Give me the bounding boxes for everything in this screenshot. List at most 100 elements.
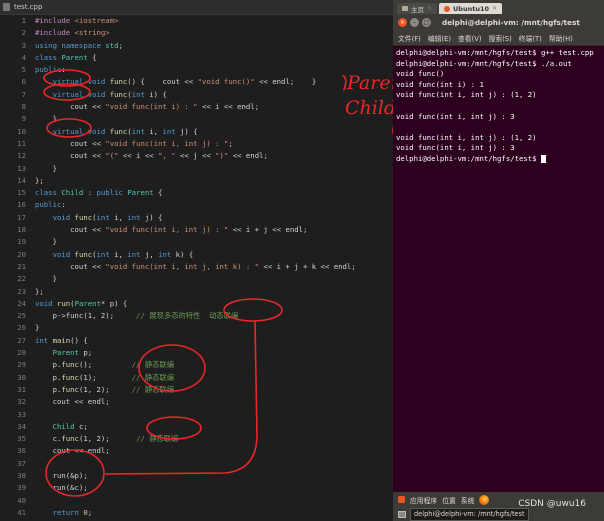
csdn-watermark: CSDN @uwu16: [518, 499, 586, 509]
line-text: #include <iostream>: [35, 15, 118, 27]
code-token: }: [35, 163, 57, 173]
code-token: j) {: [175, 126, 198, 136]
line-text: p.func(1, 2); // 静态联编: [35, 384, 174, 396]
taskbar-terminal-button[interactable]: delphi@delphi-vm: /mnt/hgfs/test: [410, 507, 529, 521]
code-token: () { cout <<: [127, 77, 198, 87]
code-line: 34 Child c;: [0, 421, 393, 433]
line-text: public:: [35, 64, 66, 76]
code-token: i,: [109, 212, 128, 222]
code-token: func: [109, 126, 128, 136]
terminal-output[interactable]: delphi@delphi-vm:/mnt/hgfs/test$ g++ tes…: [393, 46, 604, 167]
home-icon: [402, 6, 408, 11]
line-text: }: [35, 322, 39, 334]
code-line: 18 cout << "void func(int i, int j) : " …: [0, 224, 393, 236]
line-number: 7: [21, 89, 26, 99]
editor-file-tab[interactable]: test.cpp: [0, 0, 393, 15]
code-token: i,: [109, 249, 128, 259]
code-line: 17 void func(int i, int j) {: [0, 212, 393, 224]
terminal-titlebar: × – □ delphi@delphi-vm: /mnt/hgfs/test: [393, 14, 604, 31]
line-text: virtual void func(int i) {: [35, 89, 167, 101]
code-token: i,: [144, 126, 163, 136]
code-token: run: [56, 298, 71, 308]
show-desktop-icon[interactable]: [398, 510, 406, 518]
line-number: 2: [21, 28, 26, 38]
tab-ubuntu10[interactable]: Ubuntu10 ✕: [439, 3, 503, 14]
panel-places-menu[interactable]: 位置: [442, 495, 456, 505]
menu-help[interactable]: 帮助(H): [549, 33, 573, 43]
code-line: 26}: [0, 322, 393, 334]
close-icon[interactable]: ✕: [492, 5, 497, 12]
code-token: << i <<: [118, 151, 159, 161]
line-number: 4: [21, 52, 26, 62]
terminal-line-text: void func(): [396, 69, 445, 79]
code-token: func: [61, 384, 79, 394]
terminal-line: void func(int i, int j) : (1, 2): [396, 133, 601, 144]
line-text: #include <string>: [35, 27, 110, 39]
code-token: ", ": [158, 151, 176, 161]
close-icon[interactable]: ✕: [427, 5, 432, 12]
code-token: p.: [35, 384, 62, 394]
code-token: func: [109, 89, 128, 99]
code-token: class: [35, 188, 62, 198]
menu-view[interactable]: 查看(V): [458, 33, 482, 43]
code-token: class: [35, 52, 62, 62]
code-token: // 静态联编: [136, 434, 179, 444]
code-editor[interactable]: test.cpp 1 #include <iostream> 2 #include <…: [0, 0, 393, 521]
menu-search[interactable]: 搜索(S): [489, 33, 512, 43]
panel-system-menu[interactable]: 系统: [461, 495, 475, 505]
terminal-window[interactable]: 主页 ✕ Ubuntu10 ✕ × – □ delphi@delphi-vm: …: [393, 0, 604, 521]
panel-applications-menu[interactable]: 应用程序: [410, 495, 437, 505]
line-text: cout << "void func(int i, int j) : ";: [35, 138, 233, 150]
terminal-line-text: void func(int i, int j) : 3: [396, 143, 515, 153]
minimize-window-button[interactable]: –: [410, 18, 419, 27]
line-number: 26: [17, 323, 26, 333]
terminal-line: void func(int i, int j) : 3: [396, 143, 601, 154]
code-token: Parent: [61, 52, 88, 62]
code-line: 39 run(&c);: [0, 482, 393, 494]
code-token: void: [52, 212, 75, 222]
code-token: // 展现多态的特性 动态联编: [136, 311, 239, 321]
code-token: j,: [140, 249, 159, 259]
terminal-line-text: void func(int i, int j) : 3: [396, 111, 515, 121]
code-token: << endl; }: [254, 77, 317, 87]
line-number: 5: [21, 65, 26, 75]
line-text: void func(int i, int j, int k) {: [35, 249, 194, 261]
code-token: func: [61, 360, 79, 370]
terminal-line: void func(int i, int j) : 3: [396, 112, 601, 123]
line-number: 13: [17, 163, 26, 173]
code-token: Child: [52, 421, 75, 431]
close-window-button[interactable]: ×: [398, 18, 407, 27]
line-number: 29: [17, 360, 26, 370]
code-token: :: [61, 65, 66, 75]
menu-edit[interactable]: 编辑(E): [428, 33, 451, 43]
gnome-bottom-panel: delphi@delphi-vm: /mnt/hgfs/test: [393, 507, 604, 521]
code-line: 14};: [0, 175, 393, 187]
code-line: 36 cout << endl;: [0, 445, 393, 457]
code-line: 8 cout << "void func(int i) : " << i << …: [0, 101, 393, 113]
menu-terminal[interactable]: 终端(T): [519, 33, 542, 43]
tab-home[interactable]: 主页 ✕: [397, 3, 438, 14]
line-text: }: [35, 236, 57, 248]
terminal-line: void func(int i) : 1: [396, 80, 601, 91]
code-line: 40: [0, 495, 393, 507]
code-area[interactable]: 1 #include <iostream> 2 #include <string> 3 u…: [0, 15, 393, 521]
line-text: p.func(); // 静态联编: [35, 359, 174, 371]
code-token: ;: [118, 40, 123, 50]
line-number: 18: [17, 225, 26, 235]
maximize-window-button[interactable]: □: [422, 18, 431, 27]
terminal-cursor: [540, 154, 546, 163]
code-token: func: [61, 434, 79, 444]
code-token: Parent: [74, 298, 101, 308]
line-text: };: [35, 286, 44, 298]
line-number: 11: [17, 138, 26, 148]
line-text: return 0;: [35, 507, 93, 519]
code-token: <string>: [74, 28, 110, 38]
code-token: "void func()": [197, 77, 255, 87]
code-token: void: [35, 298, 57, 308]
firefox-icon[interactable]: [479, 494, 490, 505]
menu-file[interactable]: 文件(F): [398, 33, 421, 43]
code-token: << i << endl;: [197, 102, 260, 112]
